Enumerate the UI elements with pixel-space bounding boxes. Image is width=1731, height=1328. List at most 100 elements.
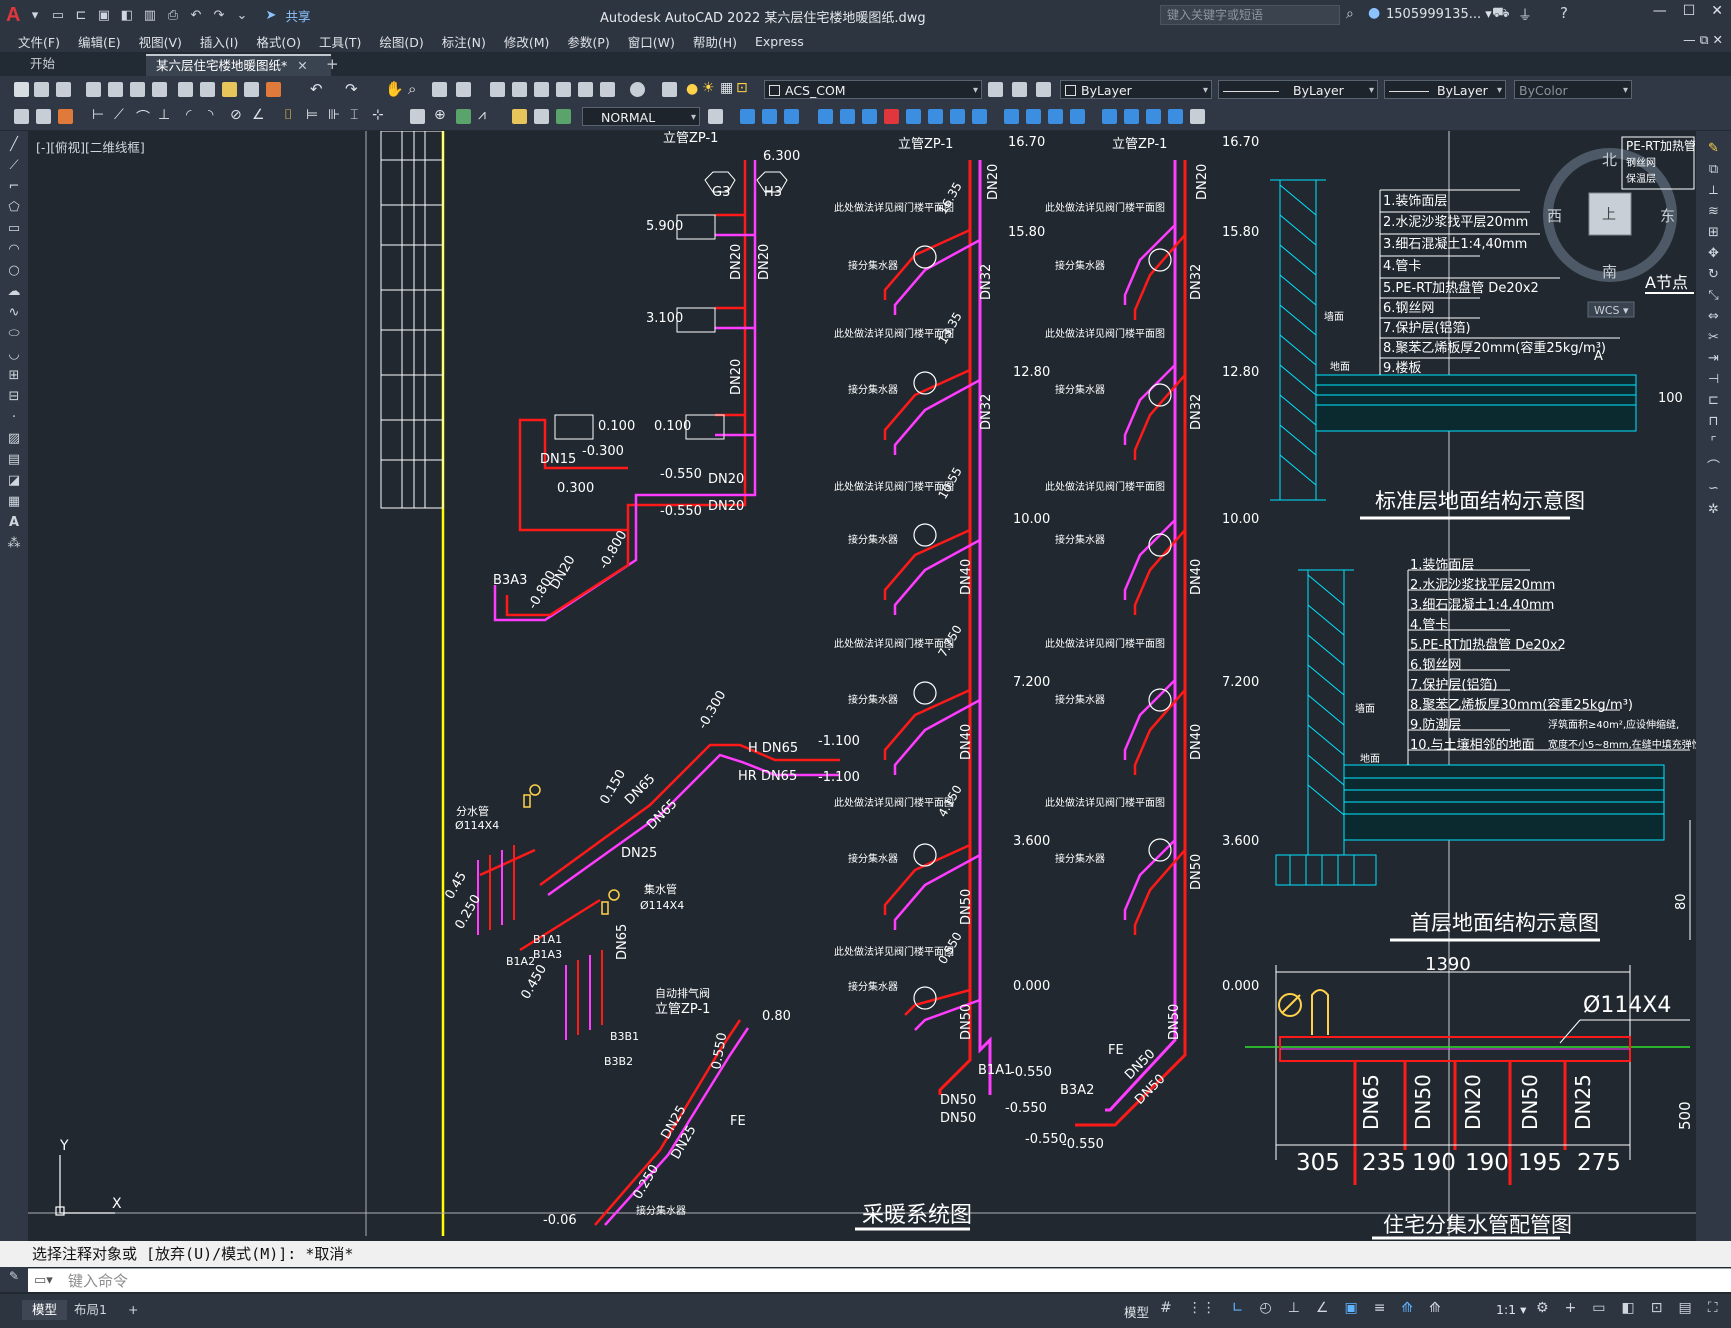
lineweight-dropdown[interactable]: ByLayer ▾	[1384, 80, 1506, 99]
redo-icon[interactable]: ↷	[210, 7, 227, 23]
trim-icon[interactable]	[1004, 109, 1019, 124]
polyline-icon[interactable]: ⌐	[9, 179, 20, 194]
annotation-visibility-icon[interactable]: ⟰	[1401, 1300, 1413, 1316]
blend-icon[interactable]: ∽	[1708, 481, 1719, 496]
isolate-icon[interactable]: ⊡	[1651, 1300, 1663, 1316]
tab-close-icon[interactable]: ✕	[297, 58, 307, 73]
spline-icon[interactable]: ∿	[9, 305, 20, 320]
add-selected-icon[interactable]: ⁂	[8, 536, 21, 551]
undo-icon[interactable]: ↶	[310, 80, 323, 98]
autocad-logo-icon[interactable]: A	[6, 4, 20, 27]
auto-scale-icon[interactable]: ⟰	[1429, 1300, 1441, 1316]
tab-model[interactable]: 模型	[22, 1300, 68, 1320]
ordinate-dim-icon[interactable]: ⊥	[158, 107, 170, 123]
dimstyle-dropdown[interactable]: NORMAL ▾	[582, 107, 700, 126]
stretch-icon[interactable]: ⇔	[1708, 309, 1719, 324]
menu-insert[interactable]: 插入(I)	[200, 32, 238, 51]
ucs-previous-icon[interactable]	[784, 109, 799, 124]
make-block-icon[interactable]: ⊟	[9, 389, 20, 404]
ellipse-icon[interactable]: ⬭	[8, 326, 19, 341]
arc-length-icon[interactable]: ⌒	[136, 107, 150, 127]
clean-screen-icon[interactable]	[36, 109, 51, 124]
command-prompt-icon[interactable]: ▭▾	[34, 1269, 53, 1293]
rotate-icon[interactable]	[884, 109, 899, 124]
inspection-icon[interactable]	[456, 109, 471, 124]
rotate-icon[interactable]: ↻	[1708, 267, 1719, 282]
menu-help[interactable]: 帮助(H)	[693, 32, 737, 51]
markup-icon[interactable]	[578, 82, 593, 97]
array-icon[interactable]: ⊞	[1708, 225, 1719, 240]
move-icon[interactable]: ✥	[1708, 246, 1719, 261]
command-customize-icon[interactable]: ✎	[9, 1269, 19, 1283]
new-tab-icon[interactable]: +	[326, 55, 339, 73]
isodraft-icon[interactable]: ⊥	[1288, 1300, 1300, 1316]
help-icon[interactable]: ?	[1560, 4, 1568, 22]
layer-vp-freeze-icon[interactable]: ▦	[720, 80, 733, 96]
add-layout-icon[interactable]: +	[118, 1300, 148, 1320]
continue-dim-icon[interactable]: ⊪	[328, 107, 340, 123]
snap-icon[interactable]: ⋮⋮	[1188, 1300, 1216, 1316]
osnap-tracking-icon[interactable]: ∠	[1316, 1300, 1329, 1316]
layer-on-bulb-icon[interactable]: ●	[686, 81, 698, 97]
mirror-icon[interactable]: ⟂	[1709, 183, 1718, 198]
fillet-icon[interactable]	[1048, 109, 1063, 124]
osnap-icon[interactable]: ▣	[1344, 1300, 1357, 1316]
linear-dim-icon[interactable]: ⊢	[92, 107, 104, 123]
units-icon[interactable]: ▭	[1592, 1300, 1605, 1316]
menu-format[interactable]: 格式(O)	[256, 32, 301, 51]
revision-cloud-icon[interactable]: ☁	[8, 284, 21, 299]
center-mark-icon[interactable]: ⊕	[434, 107, 446, 123]
dim-space-icon[interactable]: ⌶	[350, 107, 358, 123]
erase-icon[interactable]: ✎	[1708, 141, 1719, 156]
search-input[interactable]: 键入关键字或短语	[1160, 5, 1340, 25]
redo-icon[interactable]: ↷	[345, 80, 358, 98]
zoom-realtime-icon[interactable]: ⌕	[408, 80, 416, 98]
ortho-icon[interactable]: ∟	[1232, 1300, 1244, 1316]
insert-block-icon[interactable]: ⊞	[9, 368, 20, 383]
qat-more-icon[interactable]: ⌄	[233, 7, 250, 23]
dim-break-icon[interactable]: ⊹	[372, 107, 384, 123]
dim-update-icon[interactable]	[556, 109, 571, 124]
polar-icon[interactable]: ◴	[1259, 1300, 1271, 1316]
ellipse-arc-icon[interactable]: ◡	[8, 347, 19, 362]
minimize-icon[interactable]: —	[1653, 3, 1667, 19]
viewport-controls-label[interactable]: [-][俯视][二维线框]	[36, 137, 145, 156]
region-icon[interactable]: ◪	[8, 473, 20, 488]
stretch-icon[interactable]	[862, 109, 877, 124]
dim-text-edit-icon[interactable]	[534, 109, 549, 124]
scale-icon[interactable]	[928, 109, 943, 124]
mtext-icon[interactable]: A	[9, 515, 19, 530]
tab-layout1[interactable]: 布局1	[64, 1300, 117, 1320]
chamfer-icon[interactable]	[1070, 109, 1085, 124]
color-dropdown[interactable]: ByLayer ▾	[1060, 80, 1212, 99]
lineweight-icon[interactable]: ≡	[1374, 1300, 1386, 1316]
linetype-dropdown[interactable]: ByLayer ▾	[1218, 80, 1378, 99]
angular-dim-icon[interactable]: ∠	[252, 107, 265, 123]
command-input[interactable]: ▭▾ 键入命令	[28, 1268, 1731, 1292]
explode-icon[interactable]: ✲	[1708, 502, 1719, 517]
drawing-canvas[interactable]: 立管ZP-1 6.300 G3 H3 5.900 3.100 DN20 DN20…	[28, 131, 1696, 1241]
quick-properties-icon[interactable]	[14, 109, 29, 124]
sheet-set-icon[interactable]	[556, 82, 571, 97]
tab-drawing[interactable]: 某六层住宅楼地暖图纸* ✕	[146, 54, 331, 76]
diameter-dim-icon[interactable]: ⊘	[230, 107, 242, 123]
share-icon[interactable]: ➤	[262, 7, 279, 23]
print-preview-icon[interactable]	[108, 82, 123, 97]
hardware-accel-icon[interactable]: ▤	[1679, 1300, 1692, 1316]
break-icon[interactable]	[1146, 109, 1161, 124]
layer-properties-icon[interactable]	[662, 82, 677, 97]
3d-print-icon[interactable]	[152, 82, 167, 97]
extend-icon[interactable]: ⇥	[1708, 351, 1719, 366]
extend-icon[interactable]	[1026, 109, 1041, 124]
jogged-linear-icon[interactable]: ⩘	[478, 107, 486, 123]
gradient-icon[interactable]: ▤	[8, 452, 20, 467]
array-icon[interactable]	[950, 109, 965, 124]
chamfer-icon[interactable]: ⌜	[1710, 435, 1716, 450]
radius-dim-icon[interactable]: ◜	[186, 107, 191, 123]
rectangle-icon[interactable]: ▭	[8, 221, 20, 236]
zoom-window-icon[interactable]	[432, 82, 447, 97]
undo-icon[interactable]: ↶	[187, 7, 204, 23]
doc-window-controls[interactable]: — ⧉ ✕	[1683, 32, 1723, 48]
jogged-dim-icon[interactable]: ◝	[208, 107, 213, 123]
tolerance-icon[interactable]	[410, 109, 425, 124]
